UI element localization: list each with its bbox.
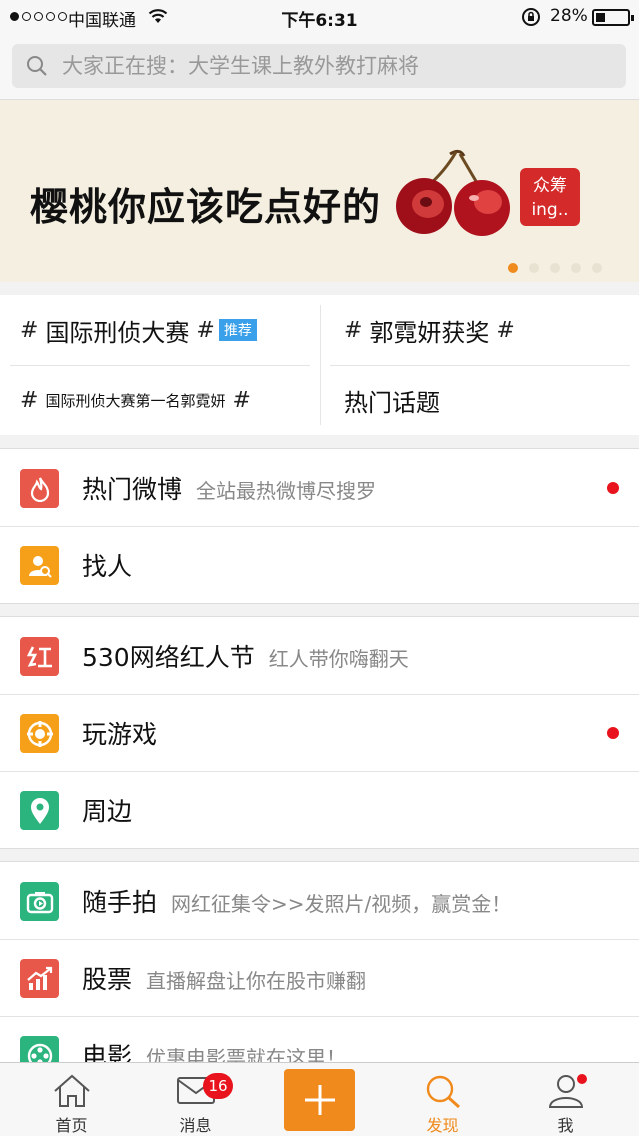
hash-symbol: # (20, 317, 46, 343)
list-item-movies[interactable]: 电影 优惠电影票就在这里！ (0, 1016, 639, 1063)
row-title: 股票 (82, 964, 133, 994)
topic-label: 国际刑侦大赛 (45, 318, 190, 347)
find-person-icon (20, 546, 59, 585)
badge-line-1: 众筹 (533, 176, 567, 196)
topic-label: 热门话题 (344, 388, 440, 417)
row-title-group: 股票 直播解盘让你在股市赚翻 (82, 960, 366, 996)
row-title: 随手拍 (82, 887, 158, 917)
gamepad-icon (20, 714, 59, 753)
home-icon (54, 1074, 90, 1107)
row-description: 红人带你嗨翻天 (268, 646, 409, 671)
hash-symbol: # (189, 317, 215, 343)
list-item-influencer-festival[interactable]: 530网络红人节 红人带你嗨翻天 (0, 617, 639, 694)
tab-messages[interactable]: 消息 (132, 1063, 259, 1136)
orientation-lock-icon (522, 8, 540, 26)
row-title-group: 找人 (82, 547, 132, 583)
hot-topics-link[interactable]: 热门话题 (344, 365, 639, 435)
row-description: 直播解盘让你在股市赚翻 (146, 968, 367, 993)
list-item-stocks[interactable]: 股票 直播解盘让你在股市赚翻 (0, 939, 639, 1016)
row-description: 全站最热微博尽搜罗 (196, 478, 377, 503)
crowdfund-badge: 众筹 ing.. (520, 168, 580, 226)
tab-me[interactable]: 我 (502, 1063, 629, 1136)
tab-label: 消息 (179, 1116, 212, 1135)
topic-item[interactable]: # 国际刑侦大赛第一名郭霓妍 # (20, 365, 320, 435)
row-title-group: 电影 优惠电影票就在这里！ (82, 1037, 346, 1064)
row-title-group: 周边 (82, 792, 132, 828)
tab-label: 我 (557, 1116, 574, 1135)
page-dot (571, 263, 581, 273)
film-reel-icon (20, 1036, 59, 1063)
page-dot (592, 263, 602, 273)
row-title: 找人 (82, 551, 133, 581)
stock-chart-icon (20, 959, 59, 998)
list-item-snapshot[interactable]: 随手拍 网红征集令>>发照片/视频，赢赏金！ (0, 862, 639, 939)
hong-icon (20, 637, 59, 676)
unread-count-badge: 16 (203, 1073, 233, 1099)
compose-button[interactable] (284, 1069, 355, 1131)
row-description: 优惠电影票就在这里！ (146, 1045, 347, 1064)
row-title-group: 随手拍 网红征集令>>发照片/视频，赢赏金！ (82, 883, 511, 919)
badge-line-2: ing.. (531, 200, 569, 220)
magnifier-icon (426, 1075, 461, 1109)
notification-dot (575, 1072, 589, 1086)
row-title-group: 530网络红人节 红人带你嗨翻天 (82, 638, 409, 674)
page-dot (550, 263, 560, 273)
page-dot (529, 263, 539, 273)
list-item-nearby[interactable]: 周边 (0, 771, 639, 848)
page-dot-active (508, 263, 518, 273)
row-title-group: 玩游戏 (82, 715, 157, 751)
list-item-games[interactable]: 玩游戏 (0, 694, 639, 771)
unread-dot (607, 727, 619, 739)
location-pin-icon (20, 791, 59, 830)
bottom-tab-bar: 首页 消息 16 发现 我 (0, 1062, 639, 1136)
row-title-group: 热门微博 全站最热微博尽搜罗 (82, 470, 376, 506)
banner-text: 樱桃你应该吃点好的 (30, 185, 382, 229)
tab-home[interactable]: 首页 (8, 1063, 135, 1136)
topic-label: 国际刑侦大赛第一名郭霓妍 (45, 391, 226, 410)
clock: 下午6:31 (281, 11, 358, 31)
hash-symbol: # (489, 317, 515, 343)
cherry-image (396, 149, 510, 236)
divider (320, 305, 321, 425)
status-bar: 中国联通 下午6:31 28% (0, 0, 639, 34)
plus-icon (304, 1085, 335, 1115)
row-title: 玩游戏 (82, 719, 158, 749)
battery-icon (592, 9, 634, 26)
search-input[interactable] (62, 44, 612, 88)
banner-page-indicator (508, 263, 602, 273)
row-title: 热门微博 (82, 474, 183, 504)
search-bar-area (0, 34, 639, 100)
list-item-find-people[interactable]: 找人 (0, 526, 639, 603)
topic-label: 郭霓妍获奖 (369, 318, 490, 347)
topic-item[interactable]: # 郭霓妍获奖 # (344, 295, 639, 365)
hot-topics-grid: # 国际刑侦大赛 # 推荐 # 郭霓妍获奖 # # 国际刑侦大赛第一名郭霓妍 #… (0, 295, 639, 435)
unread-dot (607, 482, 619, 494)
discover-section-3: 随手拍 网红征集令>>发照片/视频，赢赏金！ 股票 直播解盘让你在股市赚翻 电影 优惠… (0, 861, 639, 1063)
hash-symbol: # (344, 317, 370, 343)
battery-percentage: 28% (550, 6, 588, 26)
hash-symbol: # (20, 387, 46, 413)
row-title: 530网络红人节 (82, 642, 255, 672)
promo-banner[interactable]: 樱桃你应该吃点好的 众筹 ing.. (0, 100, 639, 282)
row-title: 周边 (82, 796, 133, 826)
topic-item[interactable]: # 国际刑侦大赛 # 推荐 (20, 295, 320, 365)
row-title: 电影 (82, 1041, 133, 1064)
recommend-badge: 推荐 (218, 319, 257, 341)
list-item-hot-weibo[interactable]: 热门微博 全站最热微博尽搜罗 (0, 449, 639, 526)
tab-label: 发现 (426, 1116, 459, 1135)
camera-icon (20, 882, 59, 921)
row-description: 网红征集令>>发照片/视频，赢赏金！ (171, 891, 512, 916)
search-icon (27, 56, 47, 76)
search-box[interactable] (12, 44, 626, 88)
tab-label: 首页 (55, 1116, 88, 1135)
discover-section-1: 热门微博 全站最热微博尽搜罗 找人 (0, 448, 639, 604)
flame-icon (20, 469, 59, 508)
discover-section-2: 530网络红人节 红人带你嗨翻天 玩游戏 周边 (0, 616, 639, 849)
hash-symbol: # (225, 387, 251, 413)
tab-discover[interactable]: 发现 (379, 1063, 506, 1136)
